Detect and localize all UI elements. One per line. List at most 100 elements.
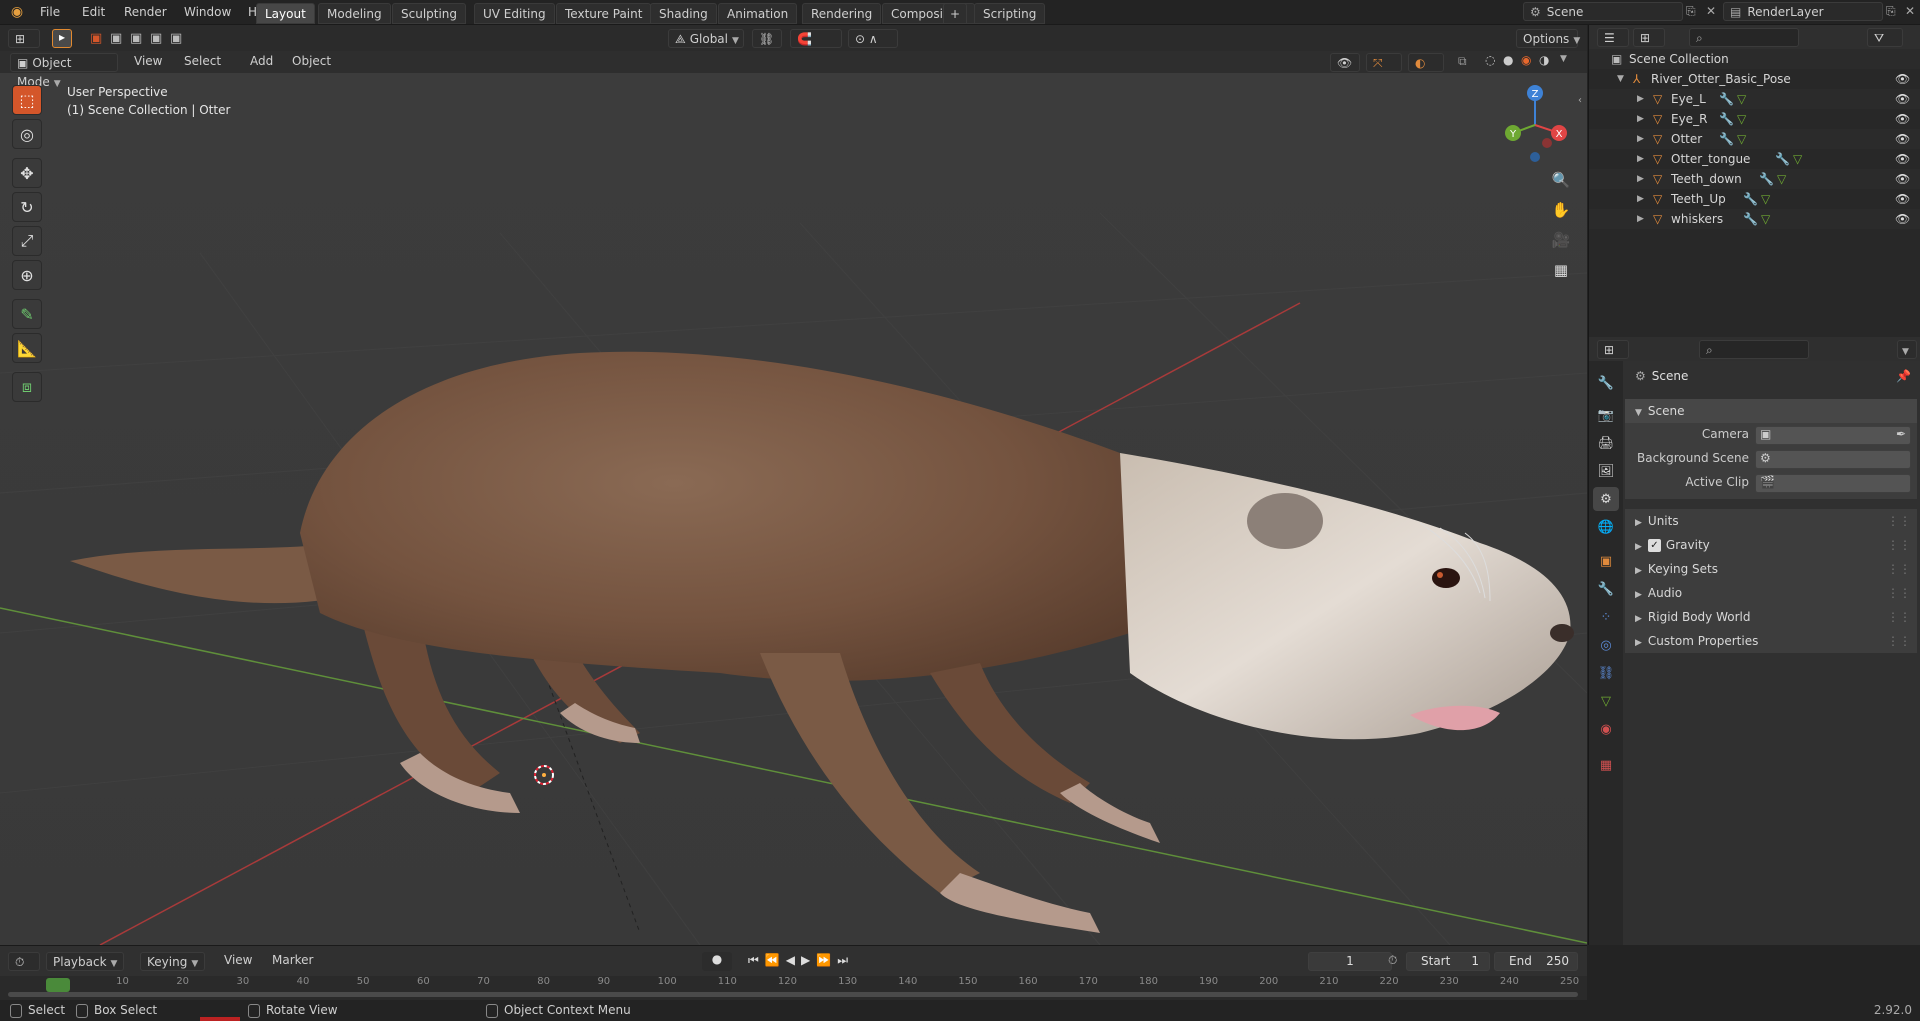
eyedropper-icon[interactable]: ✒ (1896, 427, 1906, 441)
panel-units[interactable]: ▶ Units ⋮⋮ (1625, 509, 1917, 533)
viewport-menu-object[interactable]: Object (286, 52, 337, 71)
outliner-row-eye_l[interactable]: ▶ ▽ Eye_L 🔧 ▽ 👁 (1589, 89, 1920, 109)
play-icon[interactable]: ▶ (801, 953, 816, 967)
view-layer-tab-icon[interactable]: 🖼 (1593, 459, 1619, 483)
current-frame-field[interactable]: 1 (1308, 952, 1392, 971)
drag-handle-icon[interactable]: ⋮⋮ (1887, 557, 1911, 581)
pan-hand-icon[interactable]: ✋ (1548, 197, 1574, 223)
tab-animation[interactable]: Animation (718, 3, 798, 24)
physics-tab-icon[interactable]: ◎ (1593, 633, 1619, 657)
sidebar-toggle-icon[interactable]: ‹ (1578, 95, 1582, 106)
transform-tool[interactable]: ⊕ (12, 260, 42, 290)
mode-dropdown[interactable]: ▣ Object Mode ▼ (10, 53, 118, 89)
tab-layout[interactable]: Layout (256, 3, 315, 24)
tab-modeling[interactable]: Modeling (318, 3, 391, 24)
outliner-search-input[interactable]: ⌕ (1689, 28, 1799, 47)
eye-icon[interactable]: 👁 (1895, 89, 1910, 109)
properties-search-input[interactable]: ⌕ (1699, 340, 1809, 359)
outliner-row-eye_r[interactable]: ▶ ▽ Eye_R 🔧 ▽ 👁 (1589, 109, 1920, 129)
selection-mode-subtract-icon[interactable]: ▣ (130, 31, 142, 46)
move-tool[interactable]: ✥ (12, 158, 42, 188)
chevron-right-icon[interactable]: ▶ (1637, 189, 1644, 209)
chevron-down-icon[interactable]: ▼ (1560, 54, 1567, 64)
rotate-tool[interactable]: ↻ (12, 192, 42, 222)
new-layer-icon[interactable]: ⎘ (1886, 4, 1896, 19)
properties-options[interactable]: ▼ (1897, 340, 1917, 359)
output-tab-icon[interactable]: 🖨 (1593, 431, 1619, 455)
jump-end-icon[interactable]: ⏭ (837, 953, 854, 967)
timeline-editor-type[interactable]: ⏱ (8, 952, 40, 971)
visibility-dropdown[interactable]: 👁 (1330, 53, 1360, 72)
annotate-tool[interactable]: ✎ (12, 299, 42, 329)
render-tab-icon[interactable]: 📷 (1593, 403, 1619, 427)
menu-window[interactable]: Window (178, 3, 237, 22)
jump-start-icon[interactable]: ⏮ (748, 953, 765, 967)
outliner-row-teeth_down[interactable]: ▶ ▽ Teeth_down 🔧 ▽ 👁 (1589, 169, 1920, 189)
tab-uv-editing[interactable]: UV Editing (474, 3, 555, 24)
shading-rendered-icon[interactable]: ◑ (1539, 53, 1549, 67)
timeline-scrollbar[interactable] (8, 992, 1578, 997)
pivot-point-dropdown[interactable]: ⛓ (752, 29, 782, 48)
playback-controls[interactable]: ⏮⏪◀▶⏩⏭ (748, 953, 854, 968)
options-dropdown[interactable]: Options ▼ (1516, 29, 1580, 48)
tool-tab-icon[interactable]: 🔧 (1593, 371, 1619, 395)
object-tab-icon[interactable]: ▣ (1593, 549, 1619, 573)
zoom-icon[interactable]: 🔍 (1548, 167, 1574, 193)
tab-rendering[interactable]: Rendering (802, 3, 882, 24)
scene-panel-header[interactable]: ▼ Scene (1625, 399, 1917, 423)
playhead-marker[interactable] (46, 978, 70, 992)
outliner-row-otter_tongue[interactable]: ▶ ▽ Otter_tongue 🔧 ▽ 👁 (1589, 149, 1920, 169)
outliner-row-whiskers[interactable]: ▶ ▽ whiskers 🔧 ▽ 👁 (1589, 209, 1920, 229)
panel-custom-properties[interactable]: ▶ Custom Properties ⋮⋮ (1625, 629, 1917, 653)
panel-keying-sets[interactable]: ▶ Keying Sets ⋮⋮ (1625, 557, 1917, 581)
selection-mode-intersect-icon[interactable]: ▣ (170, 31, 182, 46)
world-tab-icon[interactable]: 🌐 (1593, 515, 1619, 539)
background-scene-field[interactable]: ⚙ (1755, 450, 1911, 469)
eye-icon[interactable]: 👁 (1895, 169, 1910, 189)
timeline-menu-playback[interactable]: Playback ▼ (46, 952, 125, 971)
outliner-row-collection[interactable]: ▼ ⅄ River_Otter_Basic_Pose 👁 (1589, 69, 1920, 89)
viewport-menu-view[interactable]: View (128, 52, 168, 71)
camera-field[interactable]: ▣ ✒ (1755, 426, 1911, 445)
chevron-down-icon[interactable]: ▼ (1617, 69, 1624, 89)
eye-icon[interactable]: 👁 (1895, 69, 1910, 89)
outliner-row-root[interactable]: ▣ Scene Collection (1589, 49, 1920, 69)
eye-icon[interactable]: 👁 (1895, 189, 1910, 209)
panel-rigid-body-world[interactable]: ▶ Rigid Body World ⋮⋮ (1625, 605, 1917, 629)
menu-file[interactable]: File (34, 3, 66, 22)
otter-model[interactable] (70, 351, 1574, 933)
texture-tab-icon[interactable]: ▦ (1593, 753, 1619, 777)
outliner-row-teeth_up[interactable]: ▶ ▽ Teeth_Up 🔧 ▽ 👁 (1589, 189, 1920, 209)
gravity-checkbox[interactable]: ✓ (1647, 539, 1661, 552)
scene-selector[interactable]: ⚙ Scene (1523, 2, 1683, 21)
chevron-right-icon[interactable]: ▶ (1637, 89, 1644, 109)
measure-tool[interactable]: 📐 (12, 333, 42, 363)
shading-wireframe-icon[interactable]: ◌ (1485, 53, 1495, 67)
delete-layer-icon[interactable]: ✕ (1905, 4, 1915, 18)
selection-mode-invert-icon[interactable]: ▣ (150, 31, 162, 46)
jump-keyframe-forward-icon[interactable]: ⏩ (816, 953, 837, 967)
eye-icon[interactable]: 👁 (1895, 149, 1910, 169)
new-scene-icon[interactable]: ⎘ (1686, 4, 1696, 19)
tab-scripting[interactable]: Scripting (974, 3, 1046, 24)
delete-scene-icon[interactable]: ✕ (1706, 4, 1716, 18)
eye-icon[interactable]: 👁 (1895, 129, 1910, 149)
overlay-toggle[interactable]: ◐ (1408, 53, 1444, 72)
xray-toggle-icon[interactable]: ⧉ (1458, 54, 1467, 69)
select-tool-icon[interactable]: ▸ (52, 29, 72, 48)
outliner-row-otter[interactable]: ▶ ▽ Otter 🔧 ▽ 👁 (1589, 129, 1920, 149)
outliner-editor-type[interactable]: ☰ (1597, 28, 1629, 47)
camera-view-icon[interactable]: 🎥 (1548, 227, 1574, 253)
particles-tab-icon[interactable]: ⁘ (1593, 605, 1619, 629)
play-reverse-icon[interactable]: ◀ (786, 953, 801, 967)
constraints-tab-icon[interactable]: ⛓ (1593, 661, 1619, 685)
drag-handle-icon[interactable]: ⋮⋮ (1887, 581, 1911, 605)
scene-tab-icon[interactable]: ⚙ (1593, 487, 1619, 511)
scale-tool[interactable]: ⤢ (12, 226, 42, 256)
filter-dropdown[interactable]: ⛛ (1867, 28, 1903, 47)
3d-cursor[interactable] (534, 765, 554, 785)
record-button[interactable]: ● (702, 952, 732, 971)
drag-handle-icon[interactable]: ⋮⋮ (1887, 533, 1911, 557)
add-cube-tool[interactable]: ⧈ (12, 372, 42, 402)
data-tab-icon[interactable]: ▽ (1593, 689, 1619, 713)
